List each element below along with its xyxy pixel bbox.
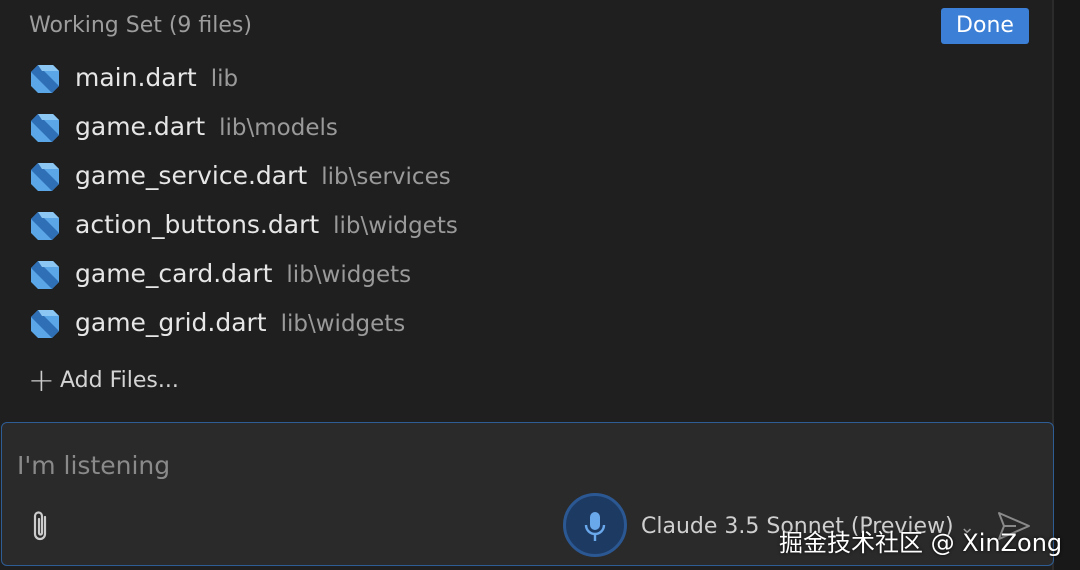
paperclip-icon[interactable] xyxy=(28,509,54,545)
working-set-file-list: main.dart lib game.dart lib\models game_… xyxy=(0,54,1054,348)
add-files-label: Add Files... xyxy=(60,367,179,393)
working-set-header: Working Set (9 files) Done xyxy=(0,0,1054,54)
file-item[interactable]: game_service.dart lib\services xyxy=(0,152,1054,201)
dart-file-icon xyxy=(31,163,59,191)
dart-file-icon xyxy=(31,261,59,289)
file-name: game_card.dart xyxy=(75,259,273,288)
dart-file-icon xyxy=(31,65,59,93)
file-item[interactable]: game.dart lib\models xyxy=(0,103,1054,152)
file-path: lib\services xyxy=(321,164,451,190)
chat-panel: Working Set (9 files) Done main.dart lib… xyxy=(0,0,1062,570)
file-name: action_buttons.dart xyxy=(75,210,320,239)
file-name: main.dart xyxy=(75,63,197,92)
file-path: lib\widgets xyxy=(280,311,406,337)
watermark: 掘金技术社区 @ XinZong xyxy=(779,529,1063,557)
file-name: game_grid.dart xyxy=(75,308,267,337)
file-item[interactable]: main.dart lib xyxy=(0,54,1054,103)
file-path: lib\widgets xyxy=(286,262,412,288)
dart-file-icon xyxy=(31,310,59,338)
dart-file-icon xyxy=(31,212,59,240)
dart-file-icon xyxy=(31,114,59,142)
file-path: lib\widgets xyxy=(333,213,458,239)
file-path: lib\models xyxy=(219,115,338,141)
chat-input[interactable] xyxy=(17,451,917,480)
microphone-icon xyxy=(584,512,606,541)
plus-icon: + xyxy=(28,361,55,399)
working-set-title: Working Set (9 files) xyxy=(29,13,252,38)
file-item[interactable]: game_grid.dart lib\widgets xyxy=(0,299,1054,348)
file-name: game_service.dart xyxy=(75,161,308,190)
done-button[interactable]: Done xyxy=(941,8,1029,44)
file-item[interactable]: game_card.dart lib\widgets xyxy=(0,250,1054,299)
file-name: game.dart xyxy=(75,112,206,141)
add-files-button[interactable]: + Add Files... xyxy=(28,362,179,398)
microphone-button[interactable] xyxy=(563,493,627,557)
file-item[interactable]: action_buttons.dart lib\widgets xyxy=(0,201,1054,250)
file-path: lib xyxy=(210,66,239,92)
